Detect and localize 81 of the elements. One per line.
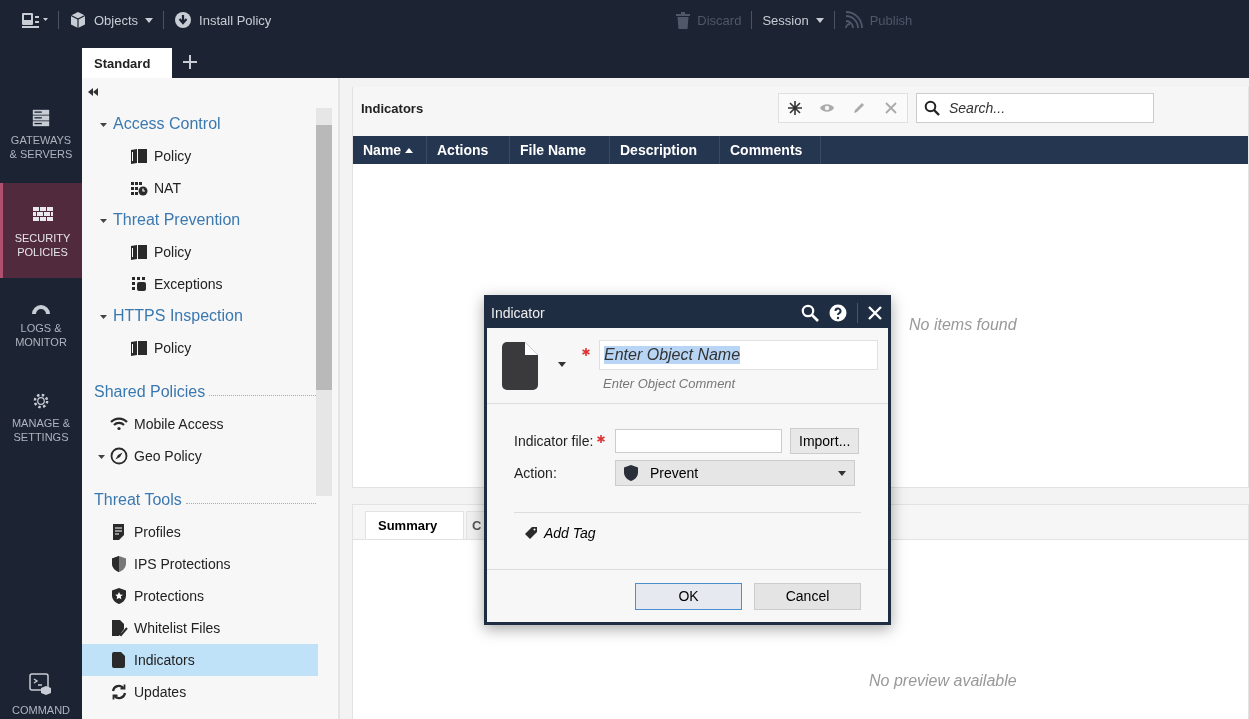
install-policy-button[interactable]: Install Policy (174, 11, 272, 29)
comment-field[interactable]: Enter Object Comment (599, 376, 878, 391)
empty-message: No preview available (869, 672, 1017, 690)
file-check-icon (110, 619, 128, 637)
nav-item[interactable]: LOGS & MONITOR (0, 300, 82, 360)
gauge-icon (30, 304, 52, 315)
nav-item[interactable]: GATEWAYS & SERVERS (0, 105, 82, 165)
terminal-icon (29, 673, 53, 695)
cube-icon (69, 11, 87, 29)
section-title: Threat Tools (94, 491, 182, 509)
sidebar-item[interactable]: IPS Protections (82, 548, 318, 580)
file-icon (110, 651, 128, 669)
download-icon (174, 11, 193, 29)
caret-icon[interactable] (98, 452, 105, 460)
sidebar-item[interactable]: Mobile Access (82, 408, 318, 440)
panel-title: Indicators (361, 100, 425, 116)
action-dropdown[interactable]: Prevent (615, 460, 855, 486)
indicator-file-field[interactable] (615, 429, 782, 453)
grid-clock-icon (130, 180, 148, 196)
sidebar-item[interactable]: Geo Policy (82, 440, 318, 472)
scrollbar[interactable] (316, 108, 332, 496)
window-menu-icon (22, 12, 48, 28)
caret-icon[interactable] (100, 312, 107, 320)
caret-icon[interactable] (100, 120, 107, 128)
tree-group[interactable]: Access Control (94, 108, 316, 140)
refresh-icon (110, 683, 128, 701)
sidebar-item[interactable]: Updates (82, 676, 318, 708)
broadcast-icon (844, 11, 863, 29)
help-icon[interactable] (829, 304, 847, 322)
add-tab-icon[interactable] (182, 54, 198, 70)
sidebar-item[interactable]: Profiles (82, 516, 318, 548)
policy-icon (130, 244, 148, 260)
caret-icon[interactable] (100, 216, 107, 224)
import-button[interactable]: Import... (790, 428, 860, 454)
tree-item[interactable]: Exceptions (94, 268, 316, 300)
command-line-button[interactable]: COMMAND (0, 669, 82, 719)
tree-item[interactable]: NAT (94, 172, 316, 204)
trash-icon (676, 11, 691, 29)
tree-item[interactable]: Policy (94, 236, 316, 268)
name-field[interactable]: Enter Object Name (599, 340, 878, 370)
section-title: Shared Policies (94, 383, 206, 401)
policy-icon (130, 340, 148, 356)
tree-item[interactable]: Policy (94, 332, 316, 364)
details-tab[interactable]: Summary (365, 511, 464, 539)
star-icon[interactable] (787, 100, 803, 116)
cancel-button[interactable]: Cancel (754, 582, 861, 610)
sidebar-item[interactable]: Whitelist Files (82, 612, 318, 644)
shield-icon (110, 587, 128, 605)
shield-icon (624, 465, 638, 481)
server-icon (30, 109, 52, 127)
nav-item[interactable]: SECURITY POLICIES (0, 183, 82, 278)
sidebar-item[interactable]: Protections (82, 580, 318, 612)
field-label: Indicator file: (514, 433, 594, 449)
search-icon[interactable] (801, 304, 819, 322)
compass-icon (110, 447, 128, 465)
collapse-icon[interactable] (88, 88, 98, 96)
policy-icon (130, 148, 148, 164)
tag-icon (524, 526, 538, 540)
close-icon[interactable] (868, 306, 882, 320)
tree-group[interactable]: HTTPS Inspection (94, 300, 316, 332)
policy-tab[interactable]: Standard (82, 48, 172, 78)
add-tag-button[interactable]: Add Tag (514, 525, 596, 541)
sidebar-item[interactable]: Indicators (82, 644, 318, 676)
ok-button[interactable]: OK (635, 582, 742, 610)
empty-message: No items found (909, 316, 1017, 334)
objects-menu[interactable]: Objects (69, 11, 154, 29)
shield-icon (110, 555, 128, 573)
app-menu-button[interactable] (22, 12, 48, 28)
field-label: Action: (514, 465, 558, 481)
tree-group[interactable]: Threat Prevention (94, 204, 316, 236)
caret-icon[interactable] (558, 362, 566, 367)
wifi-icon (110, 415, 128, 433)
dialog-title: Indicator (491, 305, 546, 321)
nav-item[interactable]: MANAGE & SETTINGS (0, 388, 82, 448)
search-icon (924, 100, 940, 116)
file-icon (502, 342, 538, 390)
search-field[interactable]: Search... (916, 93, 1154, 123)
session-menu[interactable]: Session (762, 12, 824, 28)
caret-icon (838, 470, 846, 476)
dots-icon (130, 276, 148, 292)
tree-item[interactable]: Policy (94, 140, 316, 172)
